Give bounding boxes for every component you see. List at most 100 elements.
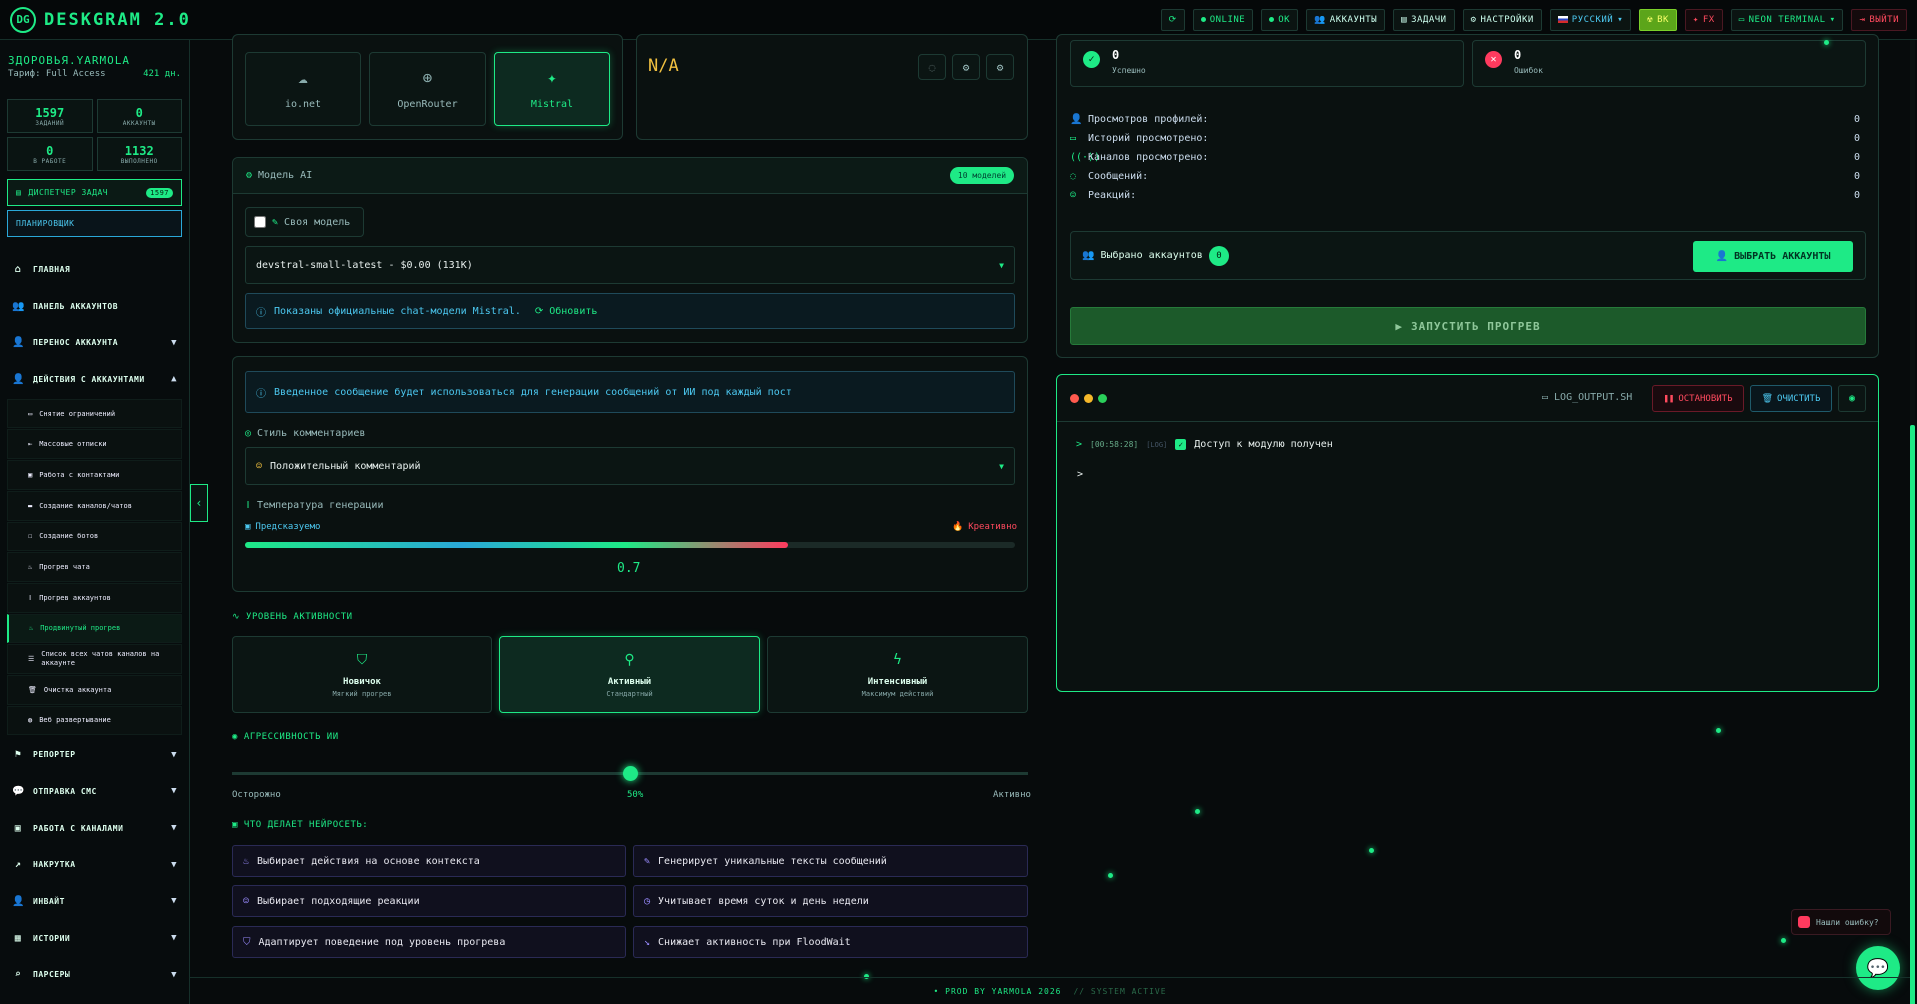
chat-icon: 💬 — [1866, 957, 1890, 979]
sub-item-create-bots[interactable]: ☐ Создание ботов — [7, 521, 182, 552]
users-icon: 👥 — [1314, 14, 1326, 25]
activity-title: ∿ УРОВЕНЬ АКТИВНОСТИ — [232, 612, 353, 622]
sub-item-web-deploy[interactable]: ◍ Веб развертывание — [7, 705, 182, 736]
online-status: ONLINE — [1192, 8, 1254, 31]
briefcase-icon: ▣ — [14, 822, 22, 834]
sidebar-collapse-button[interactable]: ‹ — [190, 484, 208, 522]
sub-item-warm-accounts[interactable]: ǀ Прогрев аккаунтов — [7, 582, 182, 613]
message-icon: 💬 — [12, 785, 25, 797]
nav-actions[interactable]: 👤 ДЕЙСТВИЯ С АККАУНТАМИ ▲ — [0, 361, 189, 398]
eye-icon: ◉ — [1848, 393, 1856, 404]
fx-toggle[interactable]: ✦ FX — [1684, 8, 1723, 31]
nav-reporter[interactable]: ⚑ РЕПОРТЕР ▼ — [0, 736, 189, 773]
tasks-button[interactable]: ▤ ЗАДАЧИ — [1393, 8, 1455, 31]
language-select[interactable]: РУССКИЙ ▾ — [1549, 8, 1632, 31]
tariff-label: Тариф: Full Access — [8, 69, 106, 79]
temperature-slider[interactable] — [245, 542, 1015, 548]
custom-model-toggle[interactable]: ✎ Своя модель — [245, 207, 364, 237]
aggr-title: ◉ АГРЕССИВНОСТЬ ИИ — [232, 732, 339, 742]
footer-status: // SYSTEM ACTIVE — [1073, 986, 1167, 996]
bug-report-button[interactable]: Нашли ошибку? — [1791, 909, 1891, 935]
provider-mistral[interactable]: ✦ Mistral — [494, 52, 610, 126]
refresh-models-link[interactable]: ⟳ Обновить — [535, 306, 598, 317]
sub-item-advanced-warm[interactable]: ♨ Продвинутый прогрев — [7, 613, 182, 644]
temperature-value: 0.7 — [617, 561, 641, 576]
sparkle-icon: ✦ — [547, 68, 557, 87]
gear-icon: ⚙ — [962, 60, 970, 74]
chevron-down-icon: ▼ — [171, 896, 177, 907]
nav-parsers[interactable]: ⌕ ПАРСЕРЫ ▼ — [0, 956, 189, 993]
success-value: 0 — [1112, 48, 1120, 62]
lightbulb-icon: ♨ — [243, 855, 250, 867]
logout-icon: ⇥ — [1859, 14, 1866, 25]
fire-icon: 🔥 — [952, 522, 964, 532]
sub-item-create-channels[interactable]: ▬ Создание каналов/чатов — [7, 490, 182, 521]
aggr-thumb[interactable] — [623, 766, 638, 781]
nav-panel[interactable]: 👥 ПАНЕЛЬ АККАУНТОВ — [0, 288, 189, 325]
counter-stories: ▭ Историй просмотрено: 0 — [1070, 133, 1860, 144]
shield-icon: ⛉ — [356, 651, 368, 668]
theme-select[interactable]: ▭ NEON TERMINAL ▾ — [1730, 8, 1844, 31]
stats-grid: 1597 ЗАДАНИЙ 0 АККАУНТЫ 0В РАБОТЕ 1132 ВЫПО… — [0, 79, 189, 175]
stop-button[interactable]: ❚❚ ОСТАНОВИТЬ — [1652, 385, 1744, 412]
counter-reactions: ☺ Реакций: 0 — [1070, 190, 1860, 201]
nav-invite[interactable]: 👤 ИНВАЙТ ▼ — [0, 883, 189, 920]
activity-active[interactable]: ⚲ Активный Стандартный — [499, 636, 760, 713]
image-icon: ▦ — [14, 932, 22, 944]
sub-item-unsubscribe[interactable]: ⇤ Массовые отписки — [7, 429, 182, 460]
feature-item: ⛉ Адаптирует поведение под уровень прогре… — [232, 926, 626, 958]
dispatcher-button[interactable]: ▤ ДИСПЕТЧЕР ЗАДАЧ 1597 — [7, 179, 182, 206]
config-icon-button[interactable]: ⚙ — [986, 54, 1014, 80]
toggle-view-button[interactable]: ◉ — [1838, 385, 1866, 412]
logo[interactable]: DG DESKGRAM 2.0 — [10, 6, 191, 33]
gear-icon: ⚙ — [996, 60, 1004, 74]
sub-item-warm-chat[interactable]: ♨ Прогрев чата — [7, 552, 182, 582]
provider-openrouter[interactable]: ⊕ OpenRouter — [369, 52, 486, 126]
nav-transfer[interactable]: 👤 ПЕРЕНОС АККАУНТА ▼ — [0, 324, 189, 361]
shield-icon: ⛉ — [243, 936, 251, 948]
user-plus-icon: 👤 — [12, 895, 25, 907]
launch-button[interactable]: ▶ ЗАПУСТИТЬ ПРОГРЕВ — [1070, 307, 1866, 345]
nav-channels[interactable]: ▣ РАБОТА С КАНАЛАМИ ▼ — [0, 810, 189, 847]
comment-style-select[interactable]: ☺ Положительный комментарий ▼ — [245, 447, 1015, 485]
user-cog-icon: 👤 — [12, 373, 25, 385]
nav-main[interactable]: ⌂ ГЛАВНАЯ — [0, 251, 189, 288]
custom-model-checkbox[interactable] — [254, 216, 266, 228]
nav-boost[interactable]: ↗ НАКРУТКА ▼ — [0, 846, 189, 883]
settings-button[interactable]: ⚙ НАСТРОЙКИ — [1462, 8, 1542, 31]
success-icon: ✓ — [1083, 51, 1100, 68]
sub-item-cleanup[interactable]: 🗑 Очистка аккаунта — [7, 674, 182, 705]
chat-icon: ▬ — [28, 501, 33, 510]
settings-icon-button[interactable]: ⚙ — [952, 54, 980, 80]
window-dot-red — [1070, 394, 1079, 403]
aggressiveness-slider[interactable] — [232, 766, 1028, 781]
search-icon: ⌕ — [14, 969, 22, 981]
logout-button[interactable]: ⇥ ВЫЙТИ — [1851, 8, 1907, 31]
refresh-button[interactable]: ⟳ — [1160, 8, 1185, 31]
accounts-button[interactable]: 👥 АККАУНТЫ — [1306, 8, 1386, 31]
sub-item-restrictions[interactable]: ▭ Снятие ограничений — [7, 398, 182, 429]
activity-intense[interactable]: ϟ Интенсивный Максимум действий — [767, 636, 1028, 713]
scheduler-button[interactable]: ПЛАНИРОВЩИК — [7, 210, 182, 237]
gear-icon: ⚙ — [1470, 14, 1477, 25]
reset-button[interactable]: ◌ — [918, 54, 946, 80]
particle — [1195, 809, 1200, 814]
feature-item: ♨ Выбирает действия на основе контекста — [232, 845, 626, 877]
sub-item-contacts[interactable]: ▣ Работа с контактами — [7, 460, 182, 490]
radiation-icon: ☢ — [1647, 14, 1654, 25]
temperature-fill — [245, 542, 788, 548]
bk-toggle[interactable]: ☢ BK — [1639, 8, 1677, 31]
model-select[interactable]: devstral-small-latest - $0.00 (131K) ▼ — [245, 246, 1015, 284]
nav-sms[interactable]: 💬 ОТПРАВКА СМС ▼ — [0, 773, 189, 810]
nav-stories[interactable]: ▦ ИСТОРИИ ▼ — [0, 920, 189, 957]
provider-ionet[interactable]: ☁ io.net — [245, 52, 361, 126]
sub-item-chat-list[interactable]: ☰ Список всех чатов каналов на аккаунте — [7, 644, 182, 674]
clear-button[interactable]: 🗑 ОЧИСТИТЬ — [1750, 385, 1832, 412]
scrollbar[interactable] — [1910, 40, 1915, 1004]
message-icon: ◌ — [1070, 171, 1077, 182]
activity-novice[interactable]: ⛉ Новичок Мягкий прогрев — [232, 636, 492, 713]
chevron-down-icon: ▼ — [171, 969, 177, 980]
aggr-right-label: Активно — [993, 790, 1031, 800]
select-accounts-button[interactable]: 👤 ВЫБРАТЬ АККАУНТЫ — [1693, 241, 1853, 272]
scrollbar-thumb[interactable] — [1910, 425, 1915, 1004]
